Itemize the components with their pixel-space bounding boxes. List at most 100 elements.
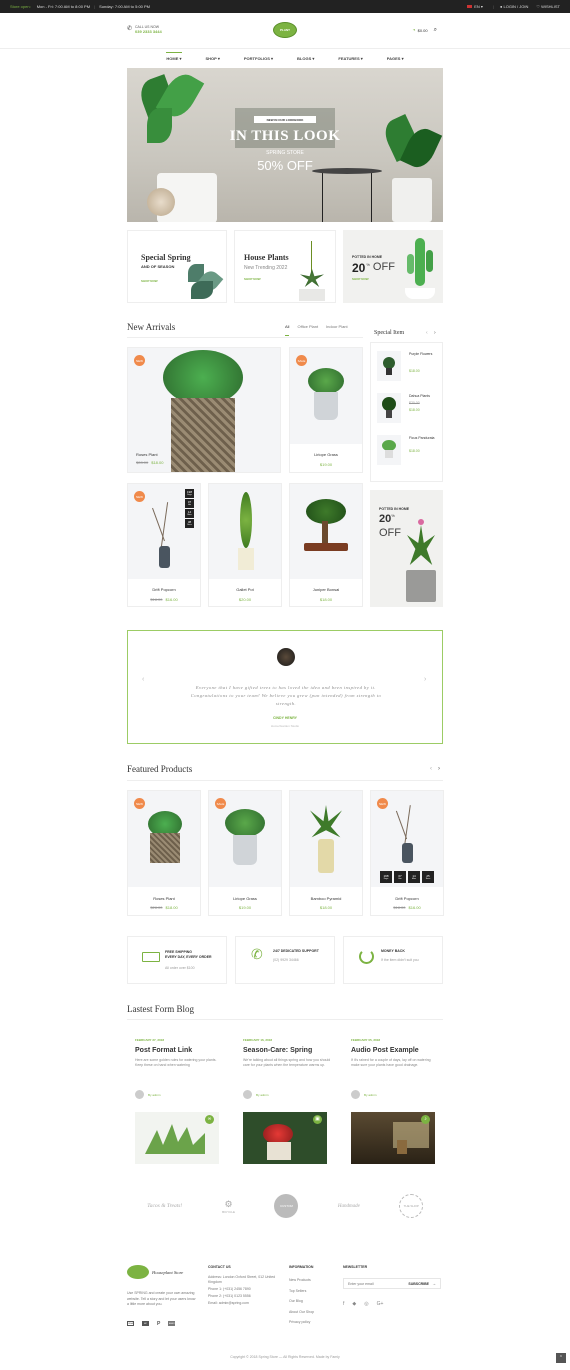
post-author[interactable]: By admin — [148, 1093, 161, 1097]
banner-special-spring[interactable]: Special Spring AND OF SEASON SHOP NOW — [127, 230, 227, 303]
banner-link[interactable]: SHOP NOW — [141, 279, 158, 283]
product-name[interactable]: Roses Plant — [136, 452, 158, 457]
special-old-price: $20.00 — [409, 401, 420, 405]
current-price: $18.00 — [151, 460, 164, 465]
hero-slider[interactable]: NEW IN OUR LOOKBOOK IN THIS LOOK SPRING … — [127, 68, 443, 222]
nav-item-portfolios[interactable]: PORTFOLIOS ▾ — [244, 53, 273, 64]
nav-item-shop[interactable]: SHOP ▾ — [206, 53, 220, 64]
product-card[interactable]: NEW Roses Plant $28.00 $18.00 — [127, 790, 201, 916]
footer-link-privacy[interactable]: Privacy policy — [289, 1317, 314, 1328]
product-card[interactable]: SALE Liriope Grass $19.00 — [289, 347, 363, 473]
brand-logo[interactable]: Tacos & Treats! — [147, 1203, 183, 1209]
featured-next-icon[interactable]: › — [438, 766, 440, 772]
special-item-list: Purple Flowers $18.00 Dahua Plants $20.0… — [370, 342, 443, 482]
tab-indoor-plant[interactable]: Indoor Plant — [326, 324, 348, 336]
wishlist-link[interactable]: ♡ WISHLIST — [536, 4, 560, 9]
brand-logo[interactable]: THE SHOP — [399, 1194, 424, 1218]
back-to-top-button[interactable]: ⌃ — [556, 1353, 566, 1363]
product-card[interactable]: Gallet Pot $20.00 — [208, 483, 282, 607]
countdown-minutes: 14 Mins — [408, 871, 420, 883]
product-name[interactable]: Bamboo Pyramid — [290, 896, 362, 901]
footer-logo[interactable]: Houseplant Store — [127, 1265, 183, 1279]
product-name[interactable]: Juniper Bonsai — [290, 587, 362, 592]
new-arrivals-title: New Arrivals — [127, 322, 176, 332]
product-price: $20.00 — [238, 597, 252, 602]
product-name[interactable]: Drift Popcorn — [371, 896, 443, 901]
blog-post[interactable]: FEBRUARY 27, 2018 Post Format Link Here … — [135, 1038, 223, 1168]
site-logo[interactable]: PLANT — [273, 22, 297, 38]
testimonial-next-icon[interactable]: › — [424, 676, 426, 683]
new-badge: NEW — [134, 491, 145, 502]
cart-button[interactable]: ◔ $0.00 — [412, 28, 428, 34]
countdown-minutes: 14 Mins — [185, 509, 194, 518]
nav-item-pages[interactable]: PAGES ▾ — [387, 53, 404, 64]
post-image[interactable]: ∞ — [135, 1112, 219, 1164]
facebook-icon[interactable]: f — [343, 1301, 344, 1307]
special-prev-icon[interactable]: ‹ — [426, 330, 428, 336]
post-title[interactable]: Audio Post Example — [351, 1047, 439, 1054]
blog-post[interactable]: FEBRUARY 05, 2018 Audio Post Example If … — [351, 1038, 439, 1168]
product-name[interactable]: Roses Plant — [128, 896, 200, 901]
payment-icons: VISA MC P AMEX — [127, 1321, 176, 1327]
product-name[interactable]: Liriope Grass — [290, 452, 362, 457]
special-promo-banner[interactable]: POTTED IN HOME 20 % OFF — [370, 490, 443, 607]
post-title[interactable]: Season-Care: Spring — [243, 1047, 331, 1054]
banner-link[interactable]: SHOP NOW — [244, 277, 261, 281]
banner-subtitle: New Trending 2022 — [244, 265, 288, 271]
product-name[interactable]: Gallet Pot — [209, 587, 281, 592]
product-card[interactable]: Juniper Bonsai $18.00 — [289, 483, 363, 607]
contact-phone-2: Phone 2: (+031) 0123 5556 — [208, 1294, 251, 1298]
footer-link-our-blog[interactable]: Our Blog — [289, 1296, 314, 1307]
post-image[interactable]: ▣ — [243, 1112, 327, 1164]
product-card[interactable]: NEW 198 Days 07 Hrs 14 Mins 25 Secs Drift Po… — [370, 790, 444, 916]
brand-logo[interactable]: ⚙ BICYCLE — [222, 1199, 235, 1214]
featured-prev-icon[interactable]: ‹ — [430, 766, 432, 772]
post-image[interactable]: ♪ — [351, 1112, 435, 1164]
special-item[interactable]: Dahua Plants $20.00 $18.00 — [377, 393, 439, 429]
tab-office-plant[interactable]: Office Plant — [297, 324, 318, 336]
post-author[interactable]: By admin — [256, 1093, 269, 1097]
footer-link-top-sellers[interactable]: Top Sellers — [289, 1286, 314, 1297]
account-link[interactable]: ● LOGIN / JOIN — [500, 4, 528, 9]
product-card[interactable]: NEW 198 Days 07 Hrs 14 Mins 38 Secs Drift Po… — [127, 483, 201, 607]
language-selector[interactable]: EN ▾ — [467, 4, 483, 9]
banner-potted-promo[interactable]: POTTED IN HOME 20 % OFF SHOP NOW — [343, 230, 443, 303]
post-author[interactable]: By admin — [364, 1093, 377, 1097]
special-next-icon[interactable]: › — [434, 330, 436, 336]
banner-house-plants[interactable]: House Plants New Trending 2022 SHOP NOW — [234, 230, 336, 303]
promo-off: OFF — [379, 527, 401, 539]
subscribe-button[interactable]: SUBSCRIBE — [408, 1282, 429, 1286]
instagram-icon[interactable]: ◎ — [364, 1301, 368, 1307]
product-price: $18.00 $16.00 — [393, 905, 421, 910]
post-date: FEBRUARY 27, 2018 — [135, 1038, 165, 1042]
testimonial-prev-icon[interactable]: ‹ — [142, 676, 144, 683]
product-name[interactable]: Liriope Grass — [209, 896, 281, 901]
new-arrivals-tabs: All Office Plant Indoor Plant — [285, 324, 348, 336]
product-price: $28.00 $18.00 — [150, 905, 178, 910]
product-name[interactable]: Drift Popcorn — [128, 587, 200, 592]
product-card[interactable]: NEW Roses Plant $28.00 $18.00 — [127, 347, 281, 473]
blog-post[interactable]: FEBRUARY 16, 2018 Season-Care: Spring We… — [243, 1038, 331, 1168]
banner-link[interactable]: SHOP NOW — [352, 277, 369, 281]
post-title[interactable]: Post Format Link — [135, 1047, 223, 1054]
google-plus-icon[interactable]: G+ — [377, 1301, 384, 1307]
nav-item-blogs[interactable]: BLOGS ▾ — [297, 53, 314, 64]
brand-logo[interactable]: CUSTOM — [274, 1194, 299, 1218]
newsletter-email-input[interactable] — [348, 1281, 404, 1286]
product-card[interactable]: Bamboo Pyramid $18.00 — [289, 790, 363, 916]
brand-logo[interactable]: Handmade — [338, 1204, 360, 1209]
store-open-label: Store open: — [10, 4, 31, 9]
product-card[interactable]: SALE Liriope Grass $19.00 — [208, 790, 282, 916]
nav-item-home[interactable]: HOME ▾ — [166, 52, 182, 64]
tab-all[interactable]: All — [285, 324, 290, 336]
info-title: INFORMATION — [289, 1265, 314, 1269]
twitter-icon[interactable]: ◆ — [352, 1301, 356, 1307]
testimonial-quote: Everyone that I have gifted trees to has… — [190, 685, 382, 706]
special-item[interactable]: Purple Flowers $18.00 — [377, 351, 439, 387]
footer-link-new-products[interactable]: New Products — [289, 1275, 314, 1286]
footer-link-about[interactable]: About Our Shop — [289, 1307, 314, 1318]
special-item[interactable]: Ficus Pandurata $18.00 — [377, 435, 439, 471]
nav-item-features[interactable]: FEATURES ▾ — [338, 53, 362, 64]
search-icon[interactable]: ⌕ — [434, 27, 437, 34]
audio-icon: ♪ — [421, 1115, 430, 1124]
